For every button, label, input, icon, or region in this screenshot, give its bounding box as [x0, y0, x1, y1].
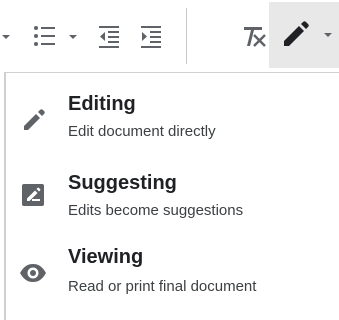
list-style-dropdown-arrow[interactable] — [0, 24, 14, 48]
dropdown-arrow-icon — [69, 35, 77, 39]
menu-item-description: Edit document directly — [68, 123, 216, 140]
menu-item-editing[interactable]: Editing Edit document directly — [6, 83, 339, 159]
dropdown-arrow-icon — [324, 33, 332, 37]
menu-item-title: Viewing — [68, 246, 144, 268]
menu-item-suggesting[interactable]: Suggesting Edits become suggestions — [6, 162, 339, 238]
increase-indent-icon — [141, 26, 161, 48]
dropdown-arrow-icon — [2, 35, 10, 39]
menu-item-title: Suggesting — [68, 172, 177, 194]
docs-editor-screen: Editing Edit document directly Suggestin… — [0, 0, 339, 320]
menu-item-description: Edits become suggestions — [68, 202, 244, 219]
pencil-icon — [284, 21, 309, 46]
decrease-indent-button[interactable] — [92, 18, 126, 54]
clear-formatting-button[interactable] — [238, 18, 270, 54]
bulleted-list-icon — [34, 26, 55, 46]
menu-item-viewing[interactable]: Viewing Read or print final document — [6, 238, 339, 314]
editing-mode-button[interactable] — [269, 2, 339, 68]
bulleted-list-button[interactable] — [28, 18, 62, 54]
formatting-toolbar — [0, 0, 339, 72]
eye-icon — [20, 264, 46, 282]
increase-indent-button[interactable] — [134, 18, 168, 54]
toolbar-separator — [186, 8, 187, 64]
suggest-icon — [22, 184, 44, 206]
editing-mode-menu: Editing Edit document directly Suggestin… — [4, 72, 339, 320]
bulleted-list-dropdown-arrow[interactable] — [64, 24, 82, 48]
menu-item-title: Editing — [68, 93, 136, 115]
menu-item-description: Read or print final document — [68, 278, 257, 295]
clear-formatting-icon — [244, 27, 266, 47]
pencil-icon — [24, 109, 45, 130]
decrease-indent-icon — [99, 26, 119, 48]
